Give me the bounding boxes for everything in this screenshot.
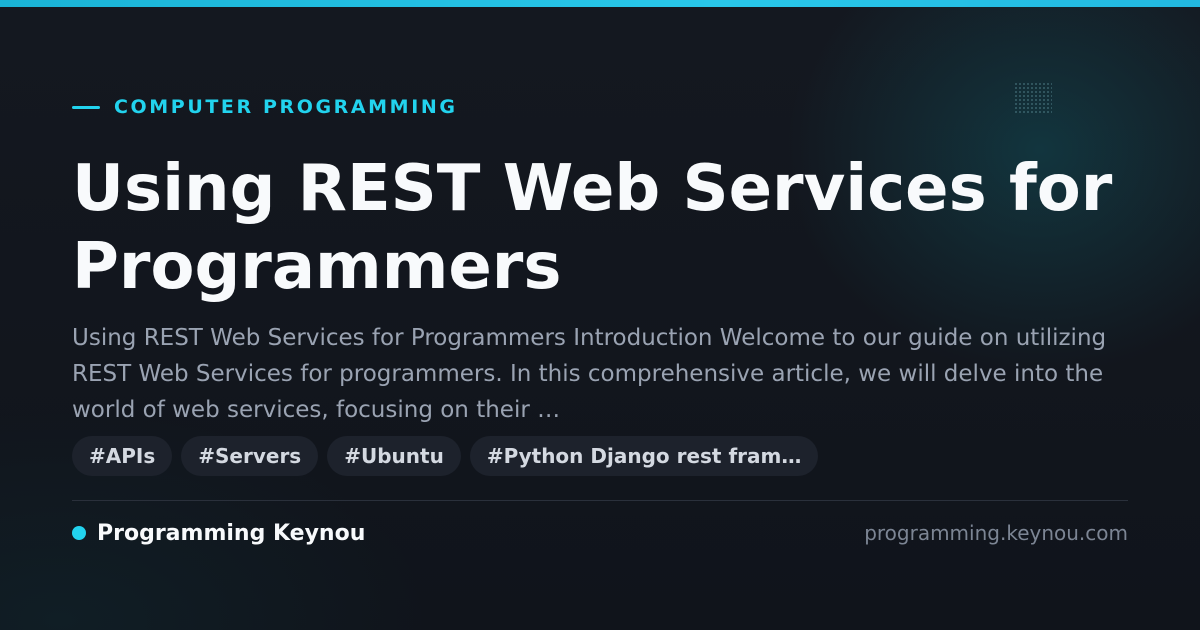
category-label: COMPUTER PROGRAMMING [114, 96, 458, 118]
footer-divider [72, 500, 1128, 501]
brand-dot-icon [72, 526, 86, 540]
top-accent-bar [0, 0, 1200, 7]
tag-ubuntu: #Ubuntu [327, 436, 461, 476]
site-domain: programming.keynou.com [864, 521, 1128, 545]
brand-name: Programming Keynou [97, 520, 366, 546]
article-description: Using REST Web Services for Programmers … [72, 325, 1107, 423]
footer: Programming Keynou programming.keynou.co… [72, 518, 1128, 548]
tag-python-django: #Python Django rest fram… [469, 436, 819, 476]
dot-pattern-decoration [1014, 82, 1052, 114]
page-title: Using REST Web Services for Programmers [72, 152, 1113, 304]
brand: Programming Keynou [72, 521, 365, 546]
tag-servers: #Servers [181, 436, 319, 476]
tag-apis: #APIs [72, 436, 173, 476]
category-line-icon [72, 105, 100, 109]
category-eyebrow: COMPUTER PROGRAMMING [72, 96, 458, 118]
tag-list: #APIs #Servers #Ubuntu #Python Django re… [72, 436, 819, 476]
